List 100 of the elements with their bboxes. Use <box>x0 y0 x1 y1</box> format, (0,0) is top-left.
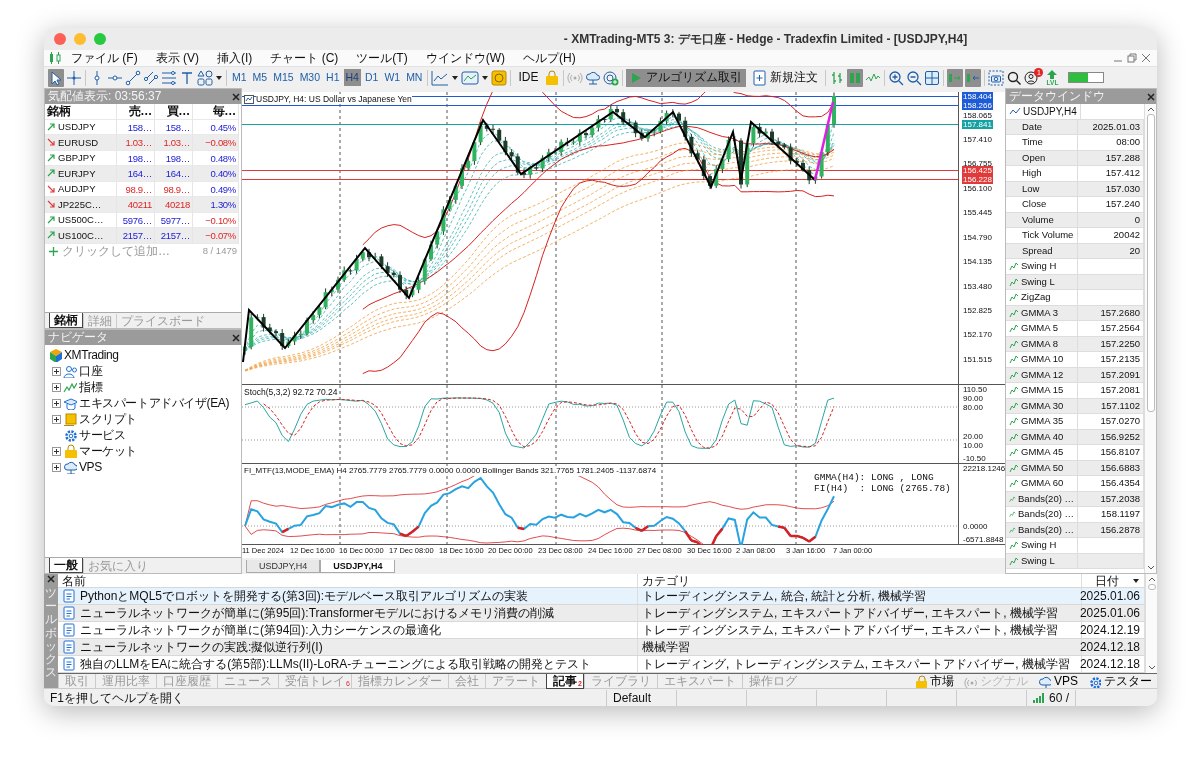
price-tag: 156.228 <box>962 175 993 184</box>
symbol-name[interactable]: GBPJPY <box>58 150 96 166</box>
column-header[interactable]: 売… <box>117 104 155 120</box>
article-date: 2024.12.18 <box>1079 639 1140 656</box>
close-icon[interactable] <box>231 332 241 343</box>
tree-item[interactable]: XMTrading <box>64 346 119 364</box>
symbol-name[interactable]: US100C… <box>58 227 104 243</box>
column-header[interactable]: 毎… <box>193 104 239 120</box>
timeframe-button[interactable]: MN <box>404 69 425 86</box>
symbol-cell[interactable]: JP225C… <box>45 197 117 213</box>
symbol-cell[interactable]: EURJPY <box>45 166 117 182</box>
panel-tab[interactable]: 一般 <box>49 558 83 573</box>
timeframe-button[interactable]: D1 <box>362 69 381 86</box>
timeframe-button[interactable]: M15 <box>271 69 296 86</box>
expand-icon[interactable] <box>52 382 61 392</box>
menu-item[interactable]: ヘルプ(H) <box>514 50 585 66</box>
timeframe-button[interactable]: W1 <box>382 69 403 86</box>
symbol-name[interactable]: AUDJPY <box>58 181 96 197</box>
zoom-in-icon[interactable] <box>888 68 905 87</box>
menu-item[interactable]: チャート (C) <box>261 50 348 66</box>
account-icon[interactable] <box>1024 69 1041 86</box>
article-row[interactable]: 独自のLLMをEAに統合する(第5部):LLMs(II)-LoRA-チューニングによる取引戦略の開発とテスト トレーディング, トレーディングシステム, エキスパートアドバイザー, 機械学習 2024.12.18 <box>58 656 1145 673</box>
expand-icon[interactable] <box>52 398 61 408</box>
cursor-icon[interactable] <box>48 68 64 87</box>
camera-icon[interactable] <box>988 68 1005 87</box>
zoom-out-icon[interactable] <box>906 68 923 87</box>
signal-text: FI(H4) : LONG (2765.78) <box>814 483 951 494</box>
tile-icon[interactable] <box>924 68 941 87</box>
expand-icon[interactable] <box>52 366 61 376</box>
article-row[interactable]: ニューラルネットワークの実践:擬似逆行列(I) 機械学習 2024.12.18 <box>58 639 1145 656</box>
data-label: Time <box>1022 135 1043 150</box>
menu-item[interactable]: 挿入(I) <box>208 50 262 66</box>
timeframe-button[interactable]: M1 <box>230 69 249 86</box>
symbol-cell[interactable]: EURUSD <box>45 135 117 151</box>
article-row[interactable]: ニューラルネットワークが簡単に(第95回):Transformerモデルにおけるメモリ消費の削減 トレーディングシステム, エキスパートアドバイザー, エキスパート, 機械学習 2025.01.06 <box>58 605 1145 622</box>
radar-icon[interactable] <box>603 68 620 87</box>
expand-icon[interactable] <box>52 414 61 424</box>
menu-item[interactable]: ウインドウ(W) <box>416 50 514 66</box>
symbol-name[interactable]: EURUSD <box>58 134 99 150</box>
shapes-icon[interactable] <box>197 68 213 87</box>
close-icon[interactable] <box>1146 91 1156 102</box>
data-label: GMMA 10 <box>1021 352 1064 367</box>
tree-item[interactable]: エキスパートアドバイザ(EA) <box>79 394 229 412</box>
tree-item[interactable]: マーケット <box>79 442 137 460</box>
ask-price: 2157… <box>155 228 193 244</box>
column-header[interactable]: 名前 <box>62 571 86 590</box>
signal-bars-icon <box>1033 692 1045 703</box>
article-row[interactable]: PythonとMQL5でロボットを開発する(第3回):モデルベース取引アルゴリズムの実装 トレーディングシステム, 統合, 統計と分析, 機械学習 2025.01.06 <box>58 588 1145 605</box>
chart-tab[interactable]: USDJPY,H4 <box>320 560 396 573</box>
timeframe-button[interactable]: H1 <box>324 69 342 86</box>
tree-item[interactable]: スクリプト <box>79 410 137 428</box>
close-icon[interactable] <box>46 574 56 584</box>
crosshair-icon[interactable] <box>66 68 82 87</box>
scroll-thumb[interactable] <box>1146 114 1155 412</box>
tree-item[interactable]: VPS <box>79 458 102 476</box>
symbol-name[interactable]: USDJPY <box>58 119 96 135</box>
column-header[interactable]: 買… <box>155 104 193 120</box>
ide-button[interactable]: IDE <box>514 69 543 86</box>
symbol-name[interactable]: US500C… <box>58 212 104 228</box>
timeframe-button[interactable]: M30 <box>297 69 323 86</box>
symbol-name[interactable]: EURJPY <box>58 165 96 181</box>
menu-item[interactable]: ツール(T) <box>347 50 417 66</box>
chart-tab[interactable]: USDJPY,H4 <box>246 560 321 573</box>
axis-label: 10.00 <box>962 441 985 450</box>
timeframe-button[interactable]: M5 <box>250 69 270 86</box>
close-icon[interactable] <box>231 91 241 102</box>
column-header[interactable]: 日付 <box>1086 571 1128 590</box>
panel-tab[interactable]: 銘柄 <box>49 313 83 328</box>
add-icon[interactable] <box>49 246 58 256</box>
chart-shift-icon[interactable] <box>965 68 982 87</box>
column-header[interactable]: 銘柄 <box>45 104 117 120</box>
algo-trading-button[interactable]: アルゴリズム取引 <box>626 68 747 87</box>
data-value: 20 <box>1129 243 1140 258</box>
menu-item[interactable]: ファイル (F) <box>62 50 147 66</box>
data-value: 20042 <box>1113 228 1140 243</box>
service-link[interactable]: テスター <box>1083 674 1157 688</box>
symbol-name[interactable]: JP225C… <box>58 196 102 212</box>
axis-label: 154.135 <box>962 257 993 267</box>
expand-icon[interactable] <box>52 446 61 456</box>
menu-item[interactable]: 表示 (V) <box>146 50 208 66</box>
expand-icon[interactable] <box>52 462 61 472</box>
article-row[interactable]: ニューラルネットワークが簡単に(第94回):入力シーケンスの最適化 トレーディングシステム, エキスパートアドバイザー, エキスパート, 機械学習 2024.12.19 <box>58 622 1145 639</box>
fibonacci-lines-icon[interactable] <box>161 68 177 87</box>
tree-item[interactable]: 指標 <box>79 378 103 396</box>
coin-icon[interactable] <box>491 68 508 87</box>
service-link[interactable]: VPS <box>1033 674 1083 688</box>
tree-item[interactable]: サービス <box>79 426 126 444</box>
indicator-icon <box>1009 385 1019 396</box>
close-button[interactable] <box>54 33 66 45</box>
candlestick-icon[interactable] <box>847 68 864 87</box>
autoscroll-icon[interactable] <box>947 68 964 87</box>
symbol-cell[interactable]: US100C… <box>45 228 117 244</box>
column-header[interactable]: カテゴリ <box>642 571 690 590</box>
restore-button[interactable] <box>1125 52 1139 64</box>
tree-item[interactable]: 口座 <box>79 362 103 380</box>
trend-line-icon[interactable] <box>125 68 141 87</box>
close-button[interactable] <box>1139 52 1153 64</box>
scroll-thumb[interactable] <box>1147 584 1156 590</box>
service-link[interactable]: 市場 <box>909 674 959 688</box>
new-order-button[interactable]: 新規注文 <box>748 68 823 87</box>
